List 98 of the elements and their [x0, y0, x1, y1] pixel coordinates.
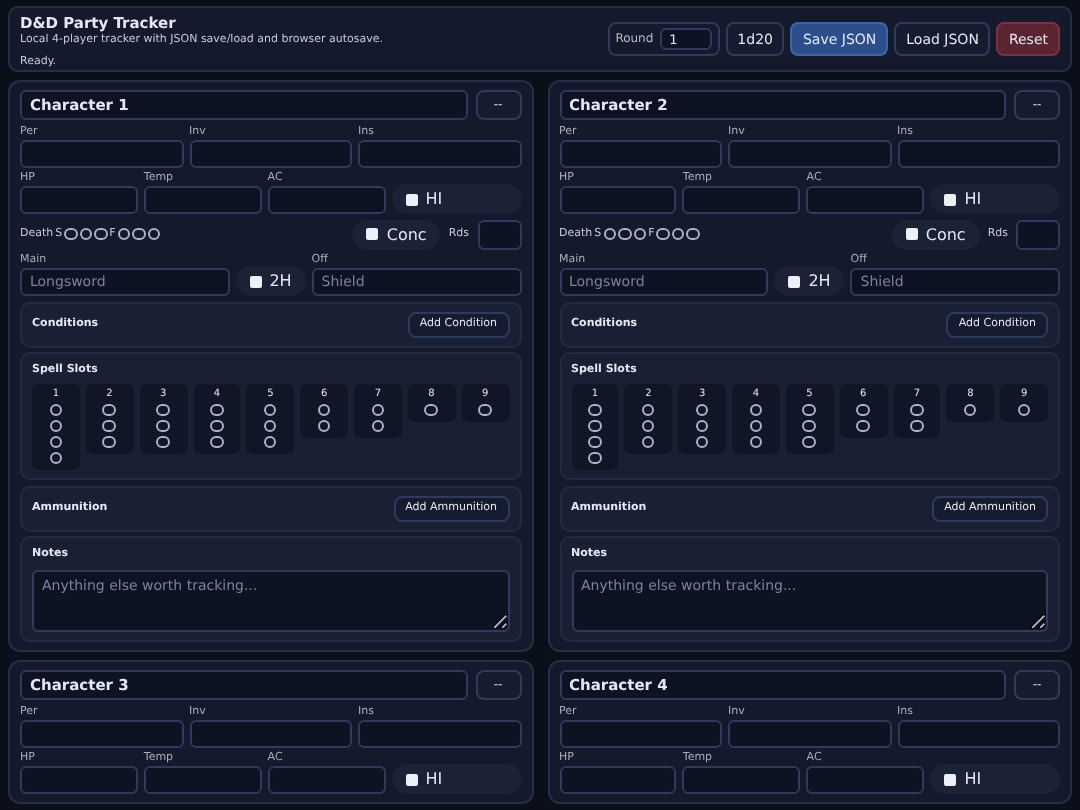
rounds-field[interactable]: [477, 219, 521, 249]
checkbox[interactable]: [405, 773, 418, 785]
checkbox[interactable]: [944, 193, 957, 205]
spell-slot-circle[interactable]: [102, 435, 116, 448]
spell-slot-circle[interactable]: [478, 403, 492, 416]
spell-slot-circle[interactable]: [588, 435, 602, 448]
stat-field[interactable]: [559, 186, 677, 214]
spell-slot-circle[interactable]: [156, 435, 170, 448]
spell-slot-circle[interactable]: [802, 435, 816, 448]
hi-toggle[interactable]: HI: [391, 764, 521, 794]
spell-slot-circle[interactable]: [910, 419, 924, 432]
stat-field[interactable]: [189, 139, 352, 167]
success-circle[interactable]: [79, 227, 93, 241]
checkbox[interactable]: [944, 773, 957, 785]
stat-field[interactable]: [559, 766, 677, 794]
spell-slot-circle[interactable]: [263, 435, 277, 448]
stat-field[interactable]: [728, 139, 891, 167]
success-circle[interactable]: [94, 227, 108, 241]
stat-field[interactable]: [897, 139, 1060, 167]
stat-field[interactable]: [682, 186, 801, 214]
failure-circle[interactable]: [147, 227, 161, 241]
stat-field[interactable]: [806, 766, 925, 794]
checkbox[interactable]: [905, 228, 918, 240]
spell-slot-circle[interactable]: [695, 435, 709, 448]
stat-field[interactable]: [143, 766, 262, 794]
stat-field[interactable]: [20, 139, 183, 167]
spell-slot-circle[interactable]: [963, 403, 977, 416]
spell-slot-circle[interactable]: [802, 403, 816, 416]
success-circle[interactable]: [64, 227, 78, 241]
spell-slot-circle[interactable]: [49, 451, 63, 464]
spell-slot-circle[interactable]: [49, 419, 63, 432]
spell-slot-circle[interactable]: [802, 419, 816, 432]
spell-slot-circle[interactable]: [749, 435, 763, 448]
spell-slot-circle[interactable]: [641, 403, 655, 416]
failure-circle[interactable]: [656, 227, 670, 241]
spell-slot-circle[interactable]: [210, 403, 224, 416]
two-handed-toggle[interactable]: 2H: [774, 266, 845, 296]
success-circle[interactable]: [603, 227, 617, 241]
stat-field[interactable]: [559, 719, 722, 747]
spell-slot-circle[interactable]: [856, 419, 870, 432]
stat-field[interactable]: [682, 766, 801, 794]
spell-slot-circle[interactable]: [49, 435, 63, 448]
rounds-field[interactable]: [1016, 219, 1060, 249]
failure-circle[interactable]: [671, 227, 685, 241]
spell-slot-circle[interactable]: [695, 419, 709, 432]
success-circle[interactable]: [618, 227, 632, 241]
spell-slot-circle[interactable]: [156, 419, 170, 432]
spell-slot-circle[interactable]: [695, 403, 709, 416]
stat-field[interactable]: [20, 186, 138, 214]
spell-slot-circle[interactable]: [371, 419, 385, 432]
failure-circle[interactable]: [132, 227, 146, 241]
spell-slot-circle[interactable]: [1017, 403, 1031, 416]
stat-field[interactable]: [267, 186, 386, 214]
spell-slot-circle[interactable]: [424, 403, 438, 416]
concentration-toggle[interactable]: Conc: [891, 219, 980, 249]
spell-slot-circle[interactable]: [910, 403, 924, 416]
stat-field[interactable]: [559, 139, 722, 167]
failure-circle[interactable]: [117, 227, 131, 241]
spell-slot-circle[interactable]: [49, 403, 63, 416]
hi-toggle[interactable]: HI: [391, 184, 521, 214]
spell-slot-circle[interactable]: [371, 403, 385, 416]
spell-slot-circle[interactable]: [588, 451, 602, 464]
spell-slot-circle[interactable]: [641, 435, 655, 448]
stat-field[interactable]: [143, 186, 262, 214]
stat-field[interactable]: [806, 186, 925, 214]
spell-slot-circle[interactable]: [210, 419, 224, 432]
stat-field[interactable]: [358, 719, 521, 747]
spell-slot-circle[interactable]: [317, 419, 331, 432]
stat-field[interactable]: [20, 719, 183, 747]
spell-slot-circle[interactable]: [749, 419, 763, 432]
spell-slot-circle[interactable]: [263, 419, 277, 432]
checkbox[interactable]: [249, 275, 262, 287]
spell-slot-circle[interactable]: [263, 403, 277, 416]
checkbox[interactable]: [366, 228, 379, 240]
hi-toggle[interactable]: HI: [930, 764, 1060, 794]
failure-circle[interactable]: [686, 227, 700, 241]
stat-field[interactable]: [728, 719, 891, 747]
concentration-toggle[interactable]: Conc: [352, 219, 441, 249]
spell-slot-circle[interactable]: [641, 419, 655, 432]
stat-field[interactable]: [267, 766, 386, 794]
spell-slot-circle[interactable]: [749, 403, 763, 416]
success-circle[interactable]: [633, 227, 647, 241]
checkbox[interactable]: [405, 193, 418, 205]
spell-slot-circle[interactable]: [210, 435, 224, 448]
spell-slot-circle[interactable]: [317, 403, 331, 416]
spell-slot-circle[interactable]: [856, 403, 870, 416]
stat-field[interactable]: [358, 139, 521, 167]
two-handed-toggle[interactable]: 2H: [235, 266, 306, 296]
hi-toggle[interactable]: HI: [930, 184, 1060, 214]
spell-slot-circle[interactable]: [588, 403, 602, 416]
stat-field[interactable]: [189, 719, 352, 747]
checkbox[interactable]: [788, 275, 801, 287]
spell-slot-circle[interactable]: [102, 403, 116, 416]
stat-field[interactable]: [20, 766, 138, 794]
spell-slot-circle[interactable]: [156, 403, 170, 416]
stat-field[interactable]: [897, 719, 1060, 747]
spell-slot-circle[interactable]: [102, 419, 116, 432]
spell-slot-circle[interactable]: [588, 419, 602, 432]
